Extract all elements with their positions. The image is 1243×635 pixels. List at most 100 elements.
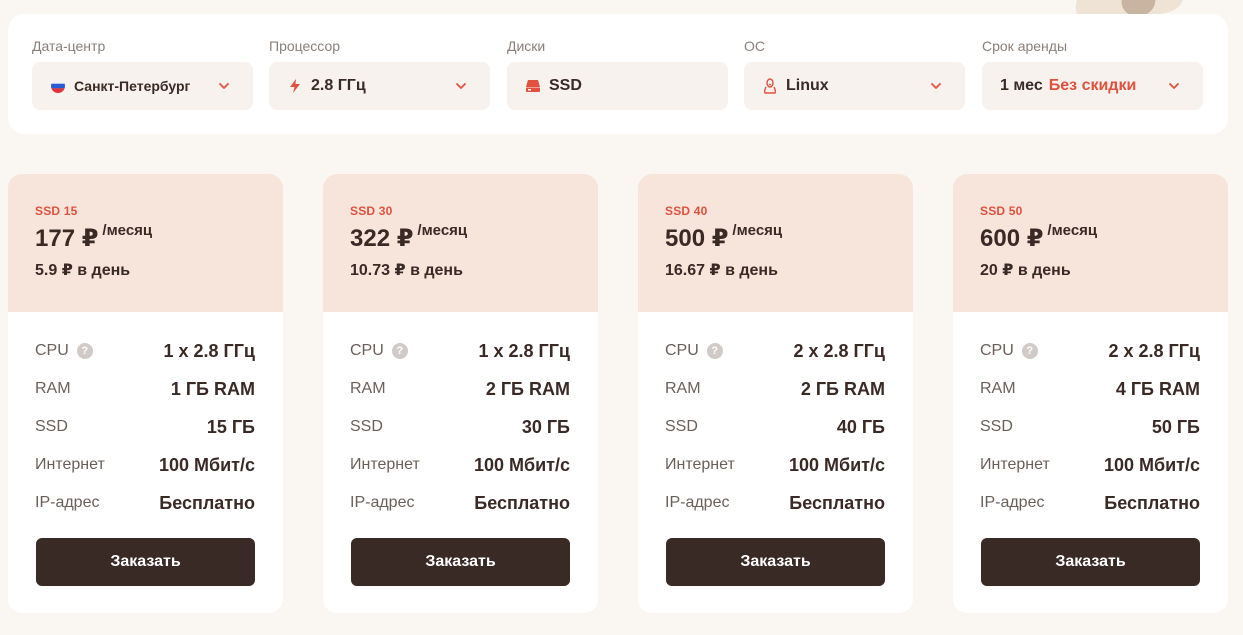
plan-specs: CPU? 2 x 2.8 ГГц RAM 2 ГБ RAM SSD 40 ГБ … [638, 312, 913, 522]
spec-label: Интернет [35, 456, 105, 473]
spec-label: CPU? [350, 342, 408, 360]
plan-specs: CPU? 1 x 2.8 ГГц RAM 1 ГБ RAM SSD 15 ГБ … [8, 312, 283, 522]
help-icon[interactable]: ? [76, 343, 93, 359]
spec-row-ip: IP-адрес Бесплатно [980, 484, 1200, 522]
plan-card-header: SSD 30 322 ₽ /месяц 10.73 ₽ в день [323, 174, 598, 312]
spec-value: Бесплатно [1104, 492, 1200, 513]
spec-label: RAM [350, 380, 386, 397]
plan-card: SSD 40 500 ₽ /месяц 16.67 ₽ в день CPU? … [638, 174, 913, 613]
spec-label: CPU? [665, 342, 723, 360]
filter-term: Срок аренды 1 мес Без скидки [982, 38, 1203, 110]
spec-value: Бесплатно [789, 492, 885, 513]
price-period: /месяц [1047, 222, 1098, 239]
plan-specs: CPU? 1 x 2.8 ГГц RAM 2 ГБ RAM SSD 30 ГБ … [323, 312, 598, 522]
spec-row-ram: RAM 2 ГБ RAM [665, 370, 885, 408]
spec-row-ssd: SSD 15 ГБ [35, 408, 255, 446]
spec-label: RAM [35, 380, 71, 397]
filter-term-label: Срок аренды [982, 38, 1068, 54]
term-select[interactable]: 1 мес Без скидки [982, 62, 1203, 110]
filter-datacenter-label: Дата-центр [32, 38, 106, 54]
spec-value: 100 Мбит/с [473, 454, 570, 475]
plan-card: SSD 50 600 ₽ /месяц 20 ₽ в день CPU? 2 x… [953, 174, 1228, 613]
spec-value: 2 ГБ RAM [485, 378, 570, 399]
price-period: /месяц [417, 222, 468, 239]
spec-row-cpu: CPU? 2 x 2.8 ГГц [980, 332, 1200, 370]
spec-value: 2 ГБ RAM [800, 378, 885, 399]
spec-row-ssd: SSD 50 ГБ [980, 408, 1200, 446]
spec-value: 1 x 2.8 ГГц [163, 340, 255, 361]
spec-value: Бесплатно [159, 492, 255, 513]
help-icon[interactable]: ? [391, 343, 408, 359]
order-button[interactable]: Заказать [351, 538, 570, 586]
chevron-down-icon [1169, 83, 1179, 89]
spec-row-ip: IP-адрес Бесплатно [35, 484, 255, 522]
chevron-down-icon [219, 83, 229, 89]
spec-row-internet: Интернет 100 Мбит/с [35, 446, 255, 484]
spec-value: Бесплатно [474, 492, 570, 513]
order-button[interactable]: Заказать [36, 538, 255, 586]
os-select[interactable]: Linux [744, 62, 965, 110]
spec-value: 1 ГБ RAM [170, 378, 255, 399]
spec-value: 50 ГБ [1151, 416, 1200, 437]
plan-price: 322 ₽ [350, 225, 414, 252]
price-period: /месяц [102, 222, 153, 239]
price-line: 177 ₽ /месяц [35, 222, 256, 252]
spec-row-ram: RAM 4 ГБ RAM [980, 370, 1200, 408]
spec-row-internet: Интернет 100 Мбит/с [980, 446, 1200, 484]
plan-specs: CPU? 2 x 2.8 ГГц RAM 4 ГБ RAM SSD 50 ГБ … [953, 312, 1228, 522]
plan-name: SSD 30 [350, 204, 393, 218]
spec-value: 15 ГБ [206, 416, 255, 437]
plan-price: 177 ₽ [35, 225, 99, 252]
help-icon[interactable]: ? [706, 343, 723, 359]
spec-label: CPU? [980, 342, 1038, 360]
spec-label: RAM [980, 380, 1016, 397]
plan-price: 600 ₽ [980, 225, 1044, 252]
plan-name: SSD 40 [665, 204, 708, 218]
spec-row-ram: RAM 1 ГБ RAM [35, 370, 255, 408]
chevron-down-icon [456, 83, 466, 89]
filter-os: ОС Linux [744, 38, 965, 110]
spec-row-internet: Интернет 100 Мбит/с [350, 446, 570, 484]
spec-label: RAM [665, 380, 701, 397]
plan-name: SSD 50 [980, 204, 1023, 218]
spec-value: 30 ГБ [521, 416, 570, 437]
price-per-day: 20 ₽ в день [980, 262, 1071, 279]
spec-label: SSD [350, 418, 383, 435]
order-button[interactable]: Заказать [981, 538, 1200, 586]
spec-value: 2 x 2.8 ГГц [793, 340, 885, 361]
spec-row-cpu: CPU? 1 x 2.8 ГГц [350, 332, 570, 370]
spec-row-cpu: CPU? 2 x 2.8 ГГц [665, 332, 885, 370]
filter-cpu: Процессор 2.8 ГГц [269, 38, 490, 110]
spec-label: IP-адрес [35, 494, 100, 511]
cpu-select[interactable]: 2.8 ГГц [269, 62, 490, 110]
plan-card: SSD 15 177 ₽ /месяц 5.9 ₽ в день CPU? 1 … [8, 174, 283, 613]
filter-cpu-label: Процессор [269, 38, 341, 54]
spec-label: Интернет [350, 456, 420, 473]
disk-select[interactable]: SSD [507, 62, 728, 110]
spec-label: SSD [980, 418, 1013, 435]
spec-label: Интернет [665, 456, 735, 473]
plan-price: 500 ₽ [665, 225, 729, 252]
price-period: /месяц [732, 222, 783, 239]
filter-disk-label: Диски [507, 38, 546, 54]
plan-card-header: SSD 50 600 ₽ /месяц 20 ₽ в день [953, 174, 1228, 312]
drive-icon [525, 78, 541, 94]
spec-row-cpu: CPU? 1 x 2.8 ГГц [35, 332, 255, 370]
spec-value: 1 x 2.8 ГГц [478, 340, 570, 361]
plan-card: SSD 30 322 ₽ /месяц 10.73 ₽ в день CPU? … [323, 174, 598, 613]
filter-datacenter: Дата-центр Санкт-Петербург [32, 38, 253, 110]
help-icon[interactable]: ? [1021, 343, 1038, 359]
price-per-day: 10.73 ₽ в день [350, 262, 463, 279]
spec-value: 2 x 2.8 ГГц [1108, 340, 1200, 361]
order-button[interactable]: Заказать [666, 538, 885, 586]
spec-value: 4 ГБ RAM [1115, 378, 1200, 399]
spec-label: SSD [665, 418, 698, 435]
russia-flag-icon [50, 78, 66, 94]
spec-row-ip: IP-адрес Бесплатно [665, 484, 885, 522]
datacenter-select[interactable]: Санкт-Петербург [32, 62, 253, 110]
chevron-down-icon [931, 83, 941, 89]
spec-label: Интернет [980, 456, 1050, 473]
spec-label-text: CPU [350, 342, 384, 359]
spec-label: SSD [35, 418, 68, 435]
spec-row-ip: IP-адрес Бесплатно [350, 484, 570, 522]
